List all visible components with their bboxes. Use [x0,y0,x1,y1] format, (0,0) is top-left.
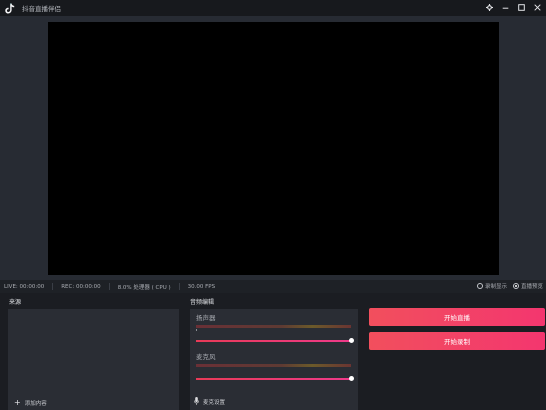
live-timer: LIVE: 00:00:00 [4,283,45,290]
divider [108,283,110,290]
mic-volume-slider[interactable] [196,378,352,380]
speaker-volume-slider[interactable] [196,340,352,342]
radio-live-preview[interactable]: 直播预览 [512,282,543,290]
divider [178,283,180,290]
bottom-panel: 来源 + 添加内容 音频编辑 扬声器 麦克风 麦克设置 开始直播 开始录制 [0,293,546,410]
mic-volume-handle[interactable] [348,376,354,381]
preview-canvas[interactable] [48,22,499,275]
maximize-icon[interactable] [516,2,526,13]
radio-dot-selected [512,283,519,289]
microphone-icon [194,397,199,407]
speaker-volume-handle[interactable] [348,338,354,343]
start-record-button[interactable]: 开始录制 [369,332,545,350]
speaker-level-meter [196,325,351,328]
add-source-button[interactable]: + 添加内容 [14,398,47,408]
cpu-usage: 8.0% 处理器 ( CPU ) [117,284,171,291]
status-bar: LIVE: 00:00:00 REC: 00:00:00 8.0% 处理器 ( … [0,280,546,293]
radio-label: 直播预览 [520,284,543,290]
add-source-label: 添加内容 [24,401,47,407]
close-icon[interactable] [532,2,542,13]
speaker-label: 扬声器 [196,314,216,322]
minimize-icon[interactable] [500,2,510,13]
rec-timer: REC: 00:00:00 [61,283,101,290]
app-title: 抖音直播伴侣 [22,5,61,13]
sources-list[interactable]: + 添加内容 [8,309,179,410]
gear-icon[interactable] [484,2,494,13]
mic-settings-label: 麦克设置 [203,400,226,406]
mic-level-meter [196,364,351,367]
divider [52,283,54,290]
radio-record-display[interactable]: 录制显示 [476,282,507,290]
radio-label: 录制显示 [484,284,507,290]
radio-dot [476,283,483,289]
mixer-title: 音频编辑 [190,299,215,306]
start-live-button[interactable]: 开始直播 [369,308,545,326]
meter-tick [196,329,197,331]
preview-area [0,16,546,280]
audio-mixer: 扬声器 麦克风 麦克设置 [190,309,358,410]
plus-icon: + [14,398,21,407]
fps-readout: 30.00 FPS [187,283,216,290]
mic-settings-button[interactable]: 麦克设置 [194,397,225,407]
mic-label: 麦克风 [196,353,216,361]
tiktok-logo-icon [4,2,16,14]
title-bar: 抖音直播伴侣 [0,0,546,16]
sources-title: 来源 [9,299,22,306]
